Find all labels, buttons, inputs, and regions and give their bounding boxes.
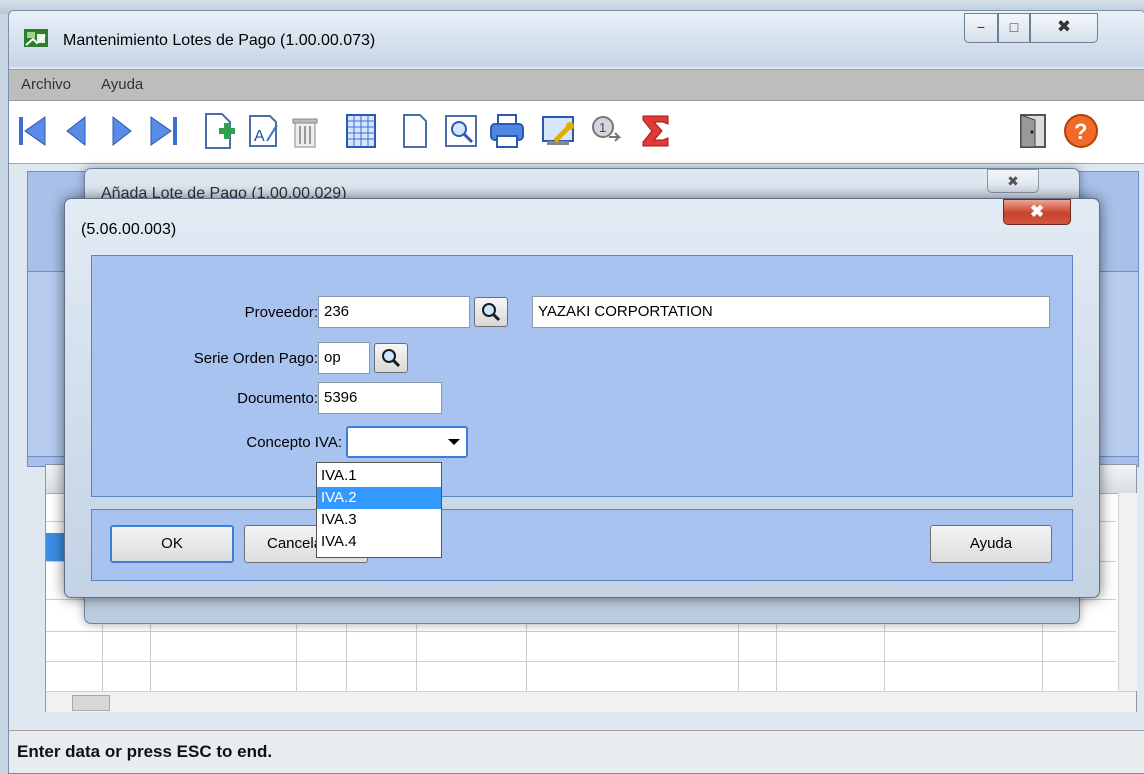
proveedor-code-field[interactable]: 236 [318, 296, 470, 328]
grid-view-icon[interactable] [341, 111, 381, 151]
settings-icon[interactable] [539, 111, 579, 151]
dropdown-option-iva-2[interactable]: IVA.2 [317, 487, 441, 509]
next-record-icon[interactable] [101, 111, 141, 151]
svg-text:A: A [254, 128, 265, 145]
search-icon [482, 303, 501, 322]
close-window-button[interactable]: ✖ [1030, 13, 1098, 43]
menu-ayuda[interactable]: Ayuda [101, 76, 143, 93]
horizontal-scrollbar[interactable] [46, 691, 1136, 712]
svg-text:1: 1 [599, 120, 606, 135]
edit-record-icon[interactable]: A [243, 111, 283, 151]
toolbar: A 1 ? [9, 101, 1144, 164]
menu-bar: Archivo Ayuda [9, 69, 1144, 101]
app-icon [24, 29, 48, 47]
print-preview-icon[interactable] [441, 111, 481, 151]
supplier-dialog: (5.06.00.003) ✖ Proveedor: 236 YAZAKI CO… [64, 198, 1100, 598]
info-icon[interactable]: 1 [587, 111, 627, 151]
add-record-icon[interactable] [199, 111, 239, 151]
add-batch-close-button[interactable]: ✖ [987, 169, 1039, 193]
proveedor-lookup-button[interactable] [474, 297, 508, 327]
ok-button[interactable]: OK [110, 525, 234, 563]
main-titlebar: Mantenimiento Lotes de Pago (1.00.00.073… [9, 11, 1144, 67]
dropdown-option-iva-3[interactable]: IVA.3 [317, 509, 441, 531]
concepto-iva-dropdown: IVA.1 IVA.2 IVA.3 IVA.4 [316, 462, 442, 558]
proveedor-label: Proveedor: [244, 304, 318, 321]
grid-row-line [46, 661, 1116, 662]
last-record-icon[interactable] [143, 111, 183, 151]
documento-field[interactable]: 5396 [318, 382, 442, 414]
first-record-icon[interactable] [15, 111, 55, 151]
search-icon [382, 349, 401, 368]
status-bar: Enter data or press ESC to end. [9, 730, 1144, 773]
exit-door-icon[interactable] [1013, 111, 1053, 151]
minimize-button[interactable]: − [964, 13, 998, 43]
vertical-scrollbar[interactable] [1118, 493, 1137, 691]
new-document-icon[interactable] [395, 111, 435, 151]
concepto-iva-label: Concepto IVA: [246, 434, 342, 451]
maximize-button[interactable]: □ [998, 13, 1030, 43]
svg-text:?: ? [1074, 119, 1087, 144]
dropdown-option-iva-4[interactable]: IVA.4 [317, 531, 441, 553]
serie-lookup-button[interactable] [374, 343, 408, 373]
print-icon[interactable] [487, 111, 527, 151]
menu-archivo[interactable]: Archivo [21, 76, 71, 93]
window-title: Mantenimiento Lotes de Pago (1.00.00.073… [63, 32, 376, 49]
documento-label: Documento: [237, 390, 318, 407]
chevron-down-icon [448, 439, 460, 445]
dialog-close-button[interactable]: ✖ [1003, 199, 1071, 225]
sum-icon[interactable] [635, 111, 675, 151]
button-panel: OK Cancelar Ayuda [91, 509, 1073, 581]
scroll-thumb[interactable] [72, 695, 110, 711]
dropdown-option-iva-1[interactable]: IVA.1 [317, 465, 441, 487]
delete-record-icon[interactable] [285, 111, 325, 151]
dialog-title: (5.06.00.003) [81, 221, 177, 238]
grid-row-line [46, 631, 1116, 632]
proveedor-name-field[interactable]: YAZAKI CORPORTATION [532, 296, 1050, 328]
status-text: Enter data or press ESC to end. [17, 742, 273, 761]
help-icon[interactable]: ? [1061, 111, 1101, 151]
form-panel: Proveedor: 236 YAZAKI CORPORTATION Serie… [91, 255, 1073, 497]
previous-record-icon[interactable] [57, 111, 97, 151]
serie-field[interactable]: op [318, 342, 370, 374]
help-button[interactable]: Ayuda [930, 525, 1052, 563]
concepto-iva-select[interactable] [346, 426, 468, 458]
serie-label: Serie Orden Pago: [193, 350, 318, 367]
